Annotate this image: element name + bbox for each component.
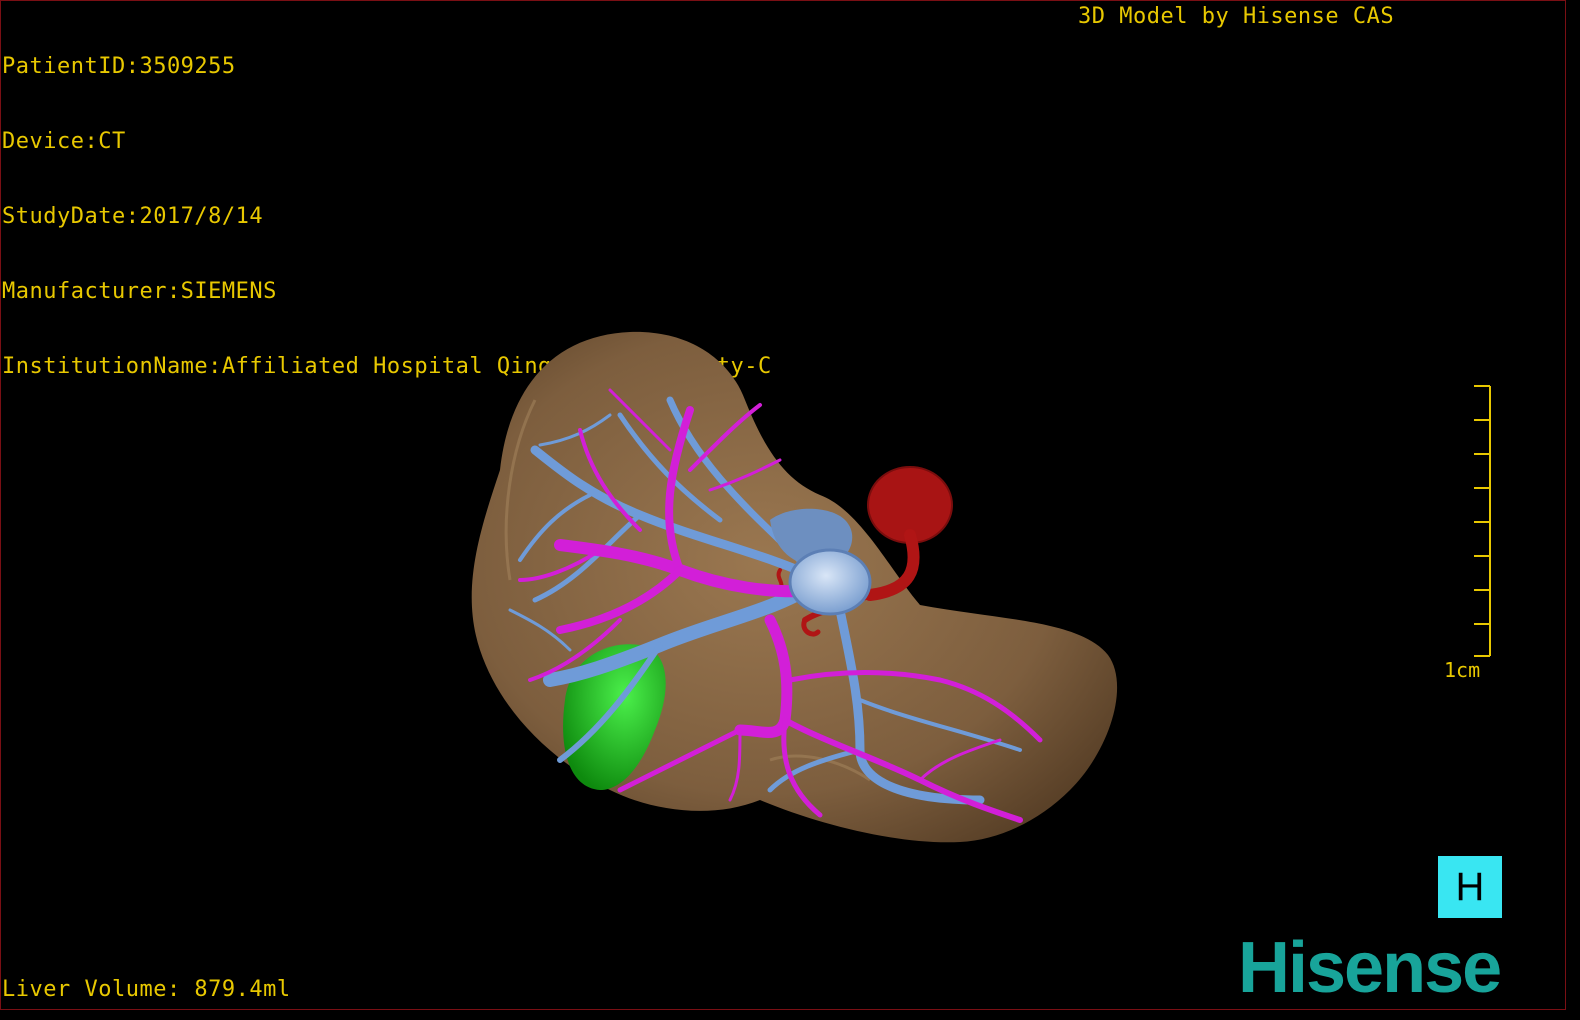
hisense-logo: Hisense — [1238, 928, 1502, 1008]
scale-bar — [1474, 385, 1491, 657]
study-date: StudyDate:2017/8/14 — [2, 204, 264, 229]
view-reset-button[interactable]: H — [1438, 856, 1502, 918]
vena-cava-lumen — [788, 548, 872, 616]
liver-3d-model[interactable] — [440, 320, 1140, 860]
manufacturer: Manufacturer:SIEMENS — [2, 279, 277, 304]
scale-bar-label: 1cm — [1444, 658, 1481, 682]
liver-volume: Liver Volume: 879.4ml — [2, 977, 291, 1002]
model-credit: 3D Model by Hisense CAS — [1078, 4, 1395, 29]
patient-id: PatientID:3509255 — [2, 54, 236, 79]
device: Device:CT — [2, 129, 126, 154]
